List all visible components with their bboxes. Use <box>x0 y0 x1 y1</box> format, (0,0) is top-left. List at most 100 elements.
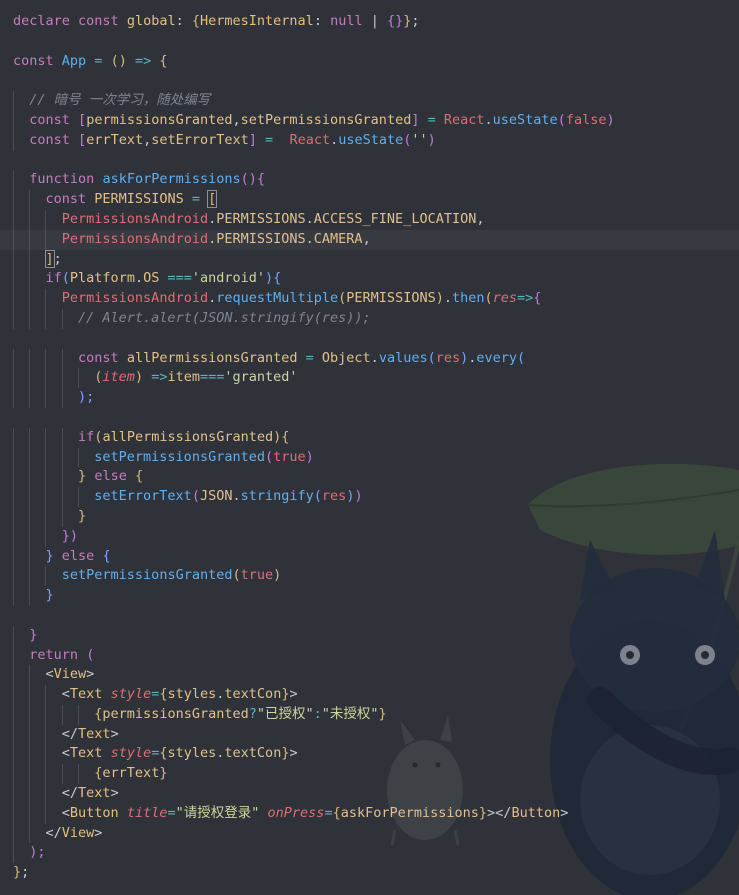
indent-guide <box>29 784 31 804</box>
code-token: . <box>208 210 217 227</box>
code-token: Text <box>78 785 111 802</box>
code-token: ( <box>313 488 322 505</box>
code-token: ] <box>248 131 257 148</box>
code-token: setPermissionsGranted <box>61 567 233 584</box>
code-line[interactable]: }; <box>13 863 739 883</box>
code-token: : <box>313 705 322 722</box>
code-line[interactable]: } else { <box>13 546 739 567</box>
code-line[interactable]: } <box>13 506 739 527</box>
code-line[interactable]: setPermissionsGranted(true) <box>13 566 739 587</box>
code-line[interactable]: // Alert.alert(JSON.stringify(res)); <box>13 308 739 329</box>
code-token: const <box>78 349 119 366</box>
code-line[interactable]: declare const global: {HermesInternal: n… <box>13 12 739 32</box>
code-token: true <box>240 567 274 584</box>
indent-guide <box>13 209 14 230</box>
code-line[interactable]: } <box>13 586 739 606</box>
code-token: App <box>61 52 87 69</box>
code-line[interactable]: }) <box>13 526 739 547</box>
code-area[interactable]: declare const global: {HermesInternal: n… <box>0 12 739 883</box>
code-line[interactable]: const App = () => { <box>13 52 739 72</box>
code-line[interactable]: PermissionsAndroid.PERMISSIONS.CAMERA, <box>0 229 739 250</box>
code-line[interactable]: setPermissionsGranted(true) <box>13 447 739 468</box>
code-token: = <box>297 349 322 366</box>
code-line[interactable]: const [permissionsGranted,setPermissions… <box>13 110 739 131</box>
code-token: { <box>281 428 290 445</box>
code-line[interactable]: PermissionsAndroid.PERMISSIONS.ACCESS_FI… <box>13 209 739 230</box>
code-line[interactable]: <Button title="请授权登录" onPress={askForPer… <box>13 803 739 824</box>
code-line[interactable]: </Text> <box>13 784 739 804</box>
indent-guide <box>13 229 14 250</box>
code-line[interactable]: PermissionsAndroid.requestMultiple(PERMI… <box>13 289 739 309</box>
code-token: } <box>78 507 87 524</box>
code-line[interactable]: const [errText,setErrorText] = React.use… <box>13 130 739 151</box>
code-token: => <box>517 290 534 307</box>
code-token: . <box>443 290 452 307</box>
indent-guide <box>61 388 63 408</box>
code-token: > <box>110 785 119 802</box>
code-line[interactable]: if(Platform.OS ==='android'){ <box>13 269 739 290</box>
code-line[interactable]: } <box>13 625 739 646</box>
code-token: PERMISSIONS <box>216 210 306 227</box>
indent-guide <box>45 368 47 389</box>
code-line[interactable]: ]; <box>13 249 739 270</box>
code-line[interactable]: function askForPermissions(){ <box>13 170 739 191</box>
indent-guide <box>13 724 14 745</box>
code-token: "未授权" <box>321 705 379 722</box>
indent-guide <box>45 784 47 804</box>
code-line[interactable] <box>13 408 739 428</box>
indent-guide <box>45 704 47 725</box>
code-line[interactable] <box>13 329 739 349</box>
code-token: }) <box>61 527 79 544</box>
code-line[interactable]: const allPermissionsGranted = Object.val… <box>13 348 739 369</box>
indent-guide <box>61 348 63 369</box>
code-line[interactable] <box>13 606 739 626</box>
indent-guide <box>13 447 14 468</box>
code-line[interactable] <box>13 151 739 171</box>
code-line[interactable]: <View> <box>13 665 739 686</box>
indent-guide <box>13 546 14 567</box>
indent-guide <box>13 249 14 270</box>
code-line[interactable]: const PERMISSIONS = [ <box>13 190 739 210</box>
code-line[interactable]: (item) =>item==='granted' <box>13 368 739 389</box>
code-token: textCon <box>224 745 282 762</box>
code-token: . <box>330 131 339 148</box>
code-line[interactable]: ); <box>13 843 739 864</box>
indent-guide <box>45 764 47 785</box>
indent-guide <box>29 368 31 389</box>
code-line[interactable]: <Text style={styles.textCon}> <box>13 685 739 705</box>
code-token: ) <box>354 488 363 505</box>
code-token: } <box>29 626 38 643</box>
code-line[interactable]: } else { <box>13 467 739 488</box>
code-token: { <box>159 686 168 703</box>
code-line[interactable]: if(allPermissionsGranted){ <box>13 427 739 448</box>
code-line[interactable]: // 暗号 一次学习，随处编写 <box>13 91 739 111</box>
code-line[interactable]: setErrorText(JSON.stringify(res)) <box>13 487 739 507</box>
code-line[interactable]: <Text style={styles.textCon}> <box>13 744 739 765</box>
code-token: item <box>102 369 135 386</box>
code-token: askForPermissions <box>340 804 479 821</box>
code-token: === <box>199 369 225 386</box>
code-line[interactable]: {permissionsGranted?"已授权":"未授权"} <box>13 704 739 725</box>
code-line[interactable] <box>13 71 739 91</box>
code-token: = <box>167 804 176 821</box>
indent-guide <box>13 823 14 844</box>
code-line[interactable] <box>13 32 739 52</box>
code-token: ) <box>435 290 444 307</box>
code-editor[interactable]: declare const global: {HermesInternal: n… <box>0 0 739 895</box>
code-line[interactable]: {errText} <box>13 764 739 785</box>
code-line[interactable]: </Text> <box>13 724 739 745</box>
code-line[interactable]: </View> <box>13 823 739 844</box>
indent-guide <box>13 110 14 131</box>
code-line[interactable]: return ( <box>13 645 739 666</box>
code-token: "已授权" <box>256 705 314 722</box>
indent-guide <box>29 586 31 606</box>
code-token: > <box>289 686 298 703</box>
code-line[interactable]: ); <box>13 388 739 408</box>
code-token: permissionsGranted <box>86 111 233 128</box>
